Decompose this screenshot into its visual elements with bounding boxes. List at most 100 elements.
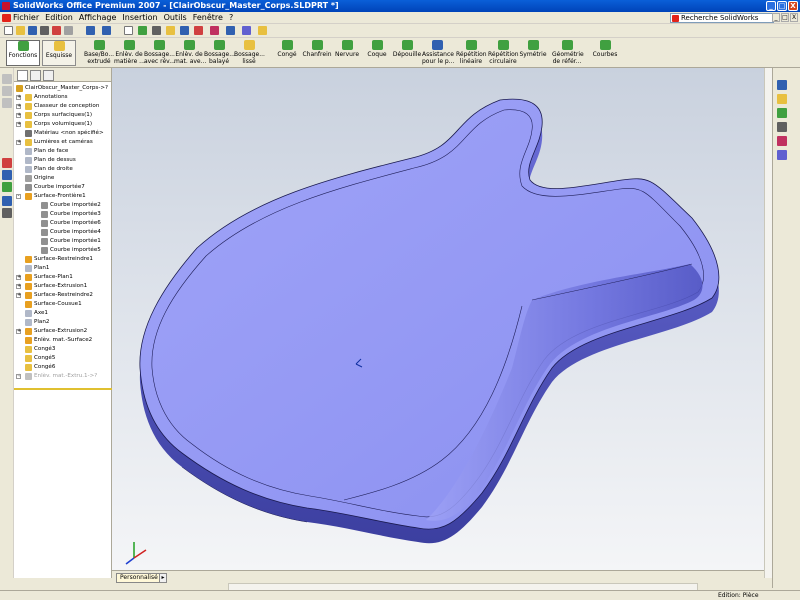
appearances-icon[interactable] bbox=[777, 150, 787, 160]
print-icon[interactable] bbox=[40, 26, 49, 35]
featuremanager-tab-icon[interactable] bbox=[17, 70, 28, 81]
smart-dimension-icon[interactable] bbox=[2, 170, 12, 180]
solidworks-logo-icon[interactable] bbox=[2, 14, 11, 22]
tree-item[interactable]: Plan de face bbox=[16, 147, 112, 156]
tool-button[interactable]: Répétition circulaire bbox=[488, 40, 519, 66]
menu-item[interactable]: Insertion bbox=[122, 13, 157, 22]
tool-button[interactable]: Chanfrein bbox=[302, 40, 332, 66]
tree-item[interactable]: Courbe importée2 bbox=[16, 201, 112, 210]
tree-item[interactable]: Surface-Restreindre1 bbox=[16, 255, 112, 264]
tree-item[interactable]: Courbe importée1 bbox=[16, 237, 112, 246]
tool-button[interactable]: Enlèv. de mat. ave... bbox=[174, 40, 206, 66]
expand-icon[interactable]: + bbox=[16, 284, 21, 289]
tool-button[interactable]: Courbes bbox=[590, 40, 620, 66]
tree-item[interactable]: Enlèv. mat.-Surface2 bbox=[16, 336, 112, 345]
propertymanager-tab-icon[interactable] bbox=[30, 70, 41, 81]
doc-close-button[interactable]: X bbox=[790, 13, 798, 22]
tree-item[interactable]: Axe1 bbox=[16, 309, 112, 318]
expand-icon[interactable]: + bbox=[16, 329, 21, 334]
menu-item[interactable]: ? bbox=[229, 13, 233, 22]
tree-item[interactable]: + Annotations bbox=[16, 93, 112, 102]
graphics-viewport[interactable] bbox=[112, 68, 764, 570]
doc-restore-button[interactable]: □ bbox=[781, 13, 789, 22]
tool-button[interactable]: Symétrie bbox=[518, 40, 548, 66]
design-library-icon[interactable] bbox=[777, 94, 787, 104]
tree-item[interactable]: + Surface-Extrusion1 bbox=[16, 282, 112, 291]
close-button[interactable]: X bbox=[788, 1, 798, 11]
vertical-scrollbar[interactable] bbox=[764, 68, 772, 578]
expand-icon[interactable]: + bbox=[16, 113, 21, 118]
file-explorer-icon[interactable] bbox=[777, 108, 787, 118]
expand-icon[interactable]: + bbox=[16, 95, 21, 100]
tree-item[interactable]: Congé3 bbox=[16, 345, 112, 354]
expand-icon[interactable]: + bbox=[16, 104, 21, 109]
tool-button[interactable]: Assistance pour le p... bbox=[422, 40, 454, 66]
toolbar-icon-3[interactable] bbox=[2, 98, 12, 108]
part-model-view[interactable] bbox=[112, 68, 764, 570]
copy-icon[interactable] bbox=[64, 26, 73, 35]
select-icon[interactable] bbox=[124, 26, 133, 35]
rollback-bar[interactable] bbox=[14, 388, 112, 390]
tree-item[interactable]: Origine bbox=[16, 174, 112, 183]
tree-item[interactable]: + Surface-Plan1 bbox=[16, 273, 112, 282]
tree-item[interactable]: + Surface-Extrusion2 bbox=[16, 327, 112, 336]
tree-item[interactable]: Plan1 bbox=[16, 264, 112, 273]
expand-icon[interactable]: - bbox=[16, 194, 21, 199]
save-icon[interactable] bbox=[28, 26, 37, 35]
expand-icon[interactable]: + bbox=[16, 374, 21, 379]
tool-button[interactable]: Enlèv. de matière ... bbox=[114, 40, 145, 66]
tree-item[interactable]: + Classeur de conception bbox=[16, 102, 112, 111]
tree-item[interactable]: Courbe importée7 bbox=[16, 183, 112, 192]
expand-icon[interactable]: + bbox=[16, 122, 21, 127]
view-tab-custom[interactable]: Personnalisé bbox=[116, 573, 162, 583]
menu-item[interactable]: Fichier bbox=[13, 13, 39, 22]
rebuild-icon[interactable] bbox=[138, 26, 147, 35]
menu-item[interactable]: Fenêtre bbox=[193, 13, 223, 22]
tree-item[interactable]: + Enlèv. mat.-Extru.1->? bbox=[16, 372, 112, 381]
view-palette-icon[interactable] bbox=[777, 136, 787, 146]
menu-item[interactable]: Outils bbox=[164, 13, 187, 22]
commandmanager-tab-0[interactable]: Fonctions bbox=[6, 40, 40, 66]
tree-item[interactable]: Courbe importée6 bbox=[16, 219, 112, 228]
tree-item[interactable]: Congé6 bbox=[16, 363, 112, 372]
undo-icon[interactable] bbox=[86, 26, 95, 35]
zoom-fit-icon[interactable] bbox=[166, 26, 175, 35]
tree-item[interactable]: Plan2 bbox=[16, 318, 112, 327]
commandmanager-tab-1[interactable]: Esquisse bbox=[42, 40, 76, 66]
relations-icon[interactable] bbox=[2, 182, 12, 192]
view-orientation-icon[interactable] bbox=[226, 26, 235, 35]
tree-item[interactable]: + Corps surfaciques(1) bbox=[16, 111, 112, 120]
configurationmanager-tab-icon[interactable] bbox=[43, 70, 54, 81]
tree-item[interactable]: - Surface-Frontière1 bbox=[16, 192, 112, 201]
tree-item[interactable]: + Lumières et caméras bbox=[16, 138, 112, 147]
section-view-icon[interactable] bbox=[210, 26, 219, 35]
sketch-tool-icon[interactable] bbox=[2, 158, 12, 168]
doc-minimize-button[interactable]: _ bbox=[772, 13, 780, 22]
tool-button[interactable]: Base/Bo... extrudé bbox=[84, 40, 114, 66]
open-icon[interactable] bbox=[16, 26, 25, 35]
tree-item[interactable]: + Surface-Restreindre2 bbox=[16, 291, 112, 300]
tool-button[interactable]: Congé bbox=[272, 40, 302, 66]
tool-button[interactable]: Bossage... avec rév... bbox=[144, 40, 175, 66]
tool-button[interactable]: Bossage... lissé bbox=[234, 40, 265, 66]
expand-icon[interactable]: + bbox=[16, 275, 21, 280]
expand-icon[interactable]: + bbox=[16, 293, 21, 298]
tool-button[interactable]: Dépouille bbox=[392, 40, 422, 66]
expand-icon[interactable]: + bbox=[16, 140, 21, 145]
search-pane-icon[interactable] bbox=[777, 122, 787, 132]
menu-item[interactable]: Edition bbox=[45, 13, 73, 22]
display-style-icon[interactable] bbox=[242, 26, 251, 35]
tool-button[interactable]: Géométrie de référ... bbox=[552, 40, 584, 66]
solidworks-resources-icon[interactable] bbox=[777, 80, 787, 90]
tree-root[interactable]: ClairObscur_Master_Corps->? bbox=[16, 84, 112, 93]
tool-button[interactable]: Répétition linéaire bbox=[456, 40, 487, 66]
tree-item[interactable]: Surface-Cousue1 bbox=[16, 300, 112, 309]
menu-item[interactable]: Affichage bbox=[79, 13, 117, 22]
tree-item[interactable]: Courbe importée5 bbox=[16, 246, 112, 255]
cut-icon[interactable] bbox=[52, 26, 61, 35]
tool-button[interactable]: Bossage... balayé bbox=[204, 40, 235, 66]
tree-item[interactable]: Courbe importée3 bbox=[16, 210, 112, 219]
display-icon[interactable] bbox=[2, 196, 12, 206]
zoom-area-icon[interactable] bbox=[180, 26, 189, 35]
toolbar-icon-2[interactable] bbox=[2, 86, 12, 96]
